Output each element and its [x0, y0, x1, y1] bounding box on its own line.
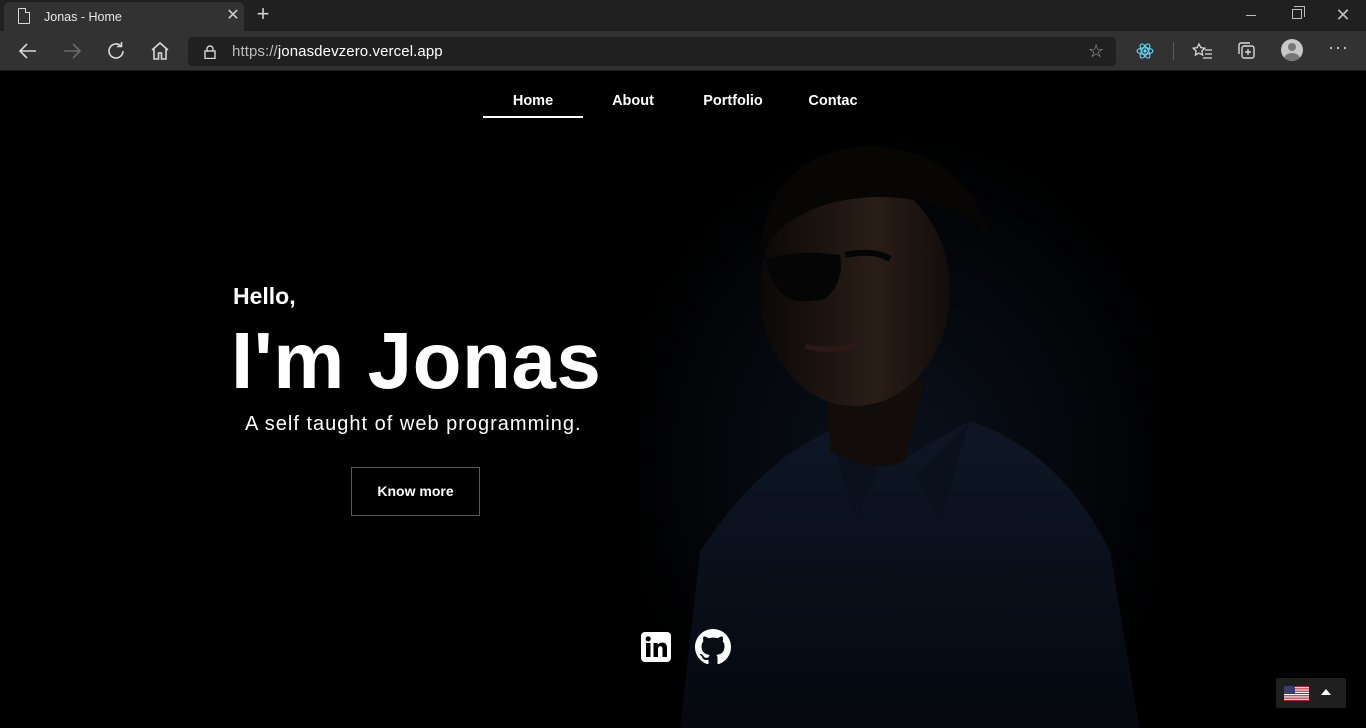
browser-tab[interactable]: Jonas - Home ✕	[4, 2, 244, 31]
restore-button[interactable]	[1274, 0, 1320, 30]
caret-up-icon	[1321, 689, 1331, 695]
minimize-button[interactable]	[1228, 0, 1274, 30]
linkedin-icon[interactable]	[641, 629, 677, 665]
know-more-button[interactable]: Know more	[351, 467, 480, 516]
language-selector[interactable]	[1276, 678, 1346, 708]
browser-toolbar: https://jonasdevzero.vercel.app ☆ ···	[0, 31, 1366, 71]
lock-icon[interactable]	[204, 45, 216, 64]
nav-item-contac[interactable]: Contac	[783, 91, 883, 118]
page-icon	[18, 8, 30, 24]
url-text[interactable]: https://jonasdevzero.vercel.app	[232, 43, 443, 60]
nav-item-home[interactable]: Home	[483, 91, 583, 118]
nav-item-portfolio[interactable]: Portfolio	[683, 91, 783, 118]
us-flag-icon	[1284, 686, 1309, 701]
hero-tagline: A self taught of web programming.	[245, 413, 582, 435]
profile-icon[interactable]	[1281, 39, 1303, 61]
nav-item-about[interactable]: About	[583, 91, 683, 118]
forward-arrow-icon[interactable]	[60, 39, 84, 63]
react-devtools-icon[interactable]	[1133, 39, 1157, 63]
close-window-button[interactable]: ✕	[1320, 0, 1366, 30]
collections-icon[interactable]	[1235, 39, 1259, 63]
address-bar[interactable]: https://jonasdevzero.vercel.app ☆	[188, 37, 1116, 66]
main-nav: Home About Portfolio Contac	[483, 91, 883, 119]
greeting-text: Hello,	[233, 283, 296, 309]
url-scheme: https://	[232, 43, 278, 60]
star-icon[interactable]: ☆	[1088, 41, 1104, 62]
page: Home About Portfolio Contac Hello, I'm J…	[0, 71, 1366, 728]
more-icon[interactable]: ···	[1328, 37, 1349, 58]
social-links	[641, 629, 731, 665]
tab-close-icon[interactable]: ✕	[224, 7, 242, 25]
toolbar-divider	[1173, 42, 1174, 60]
favorites-list-icon[interactable]	[1191, 39, 1215, 63]
tab-title: Jonas - Home	[44, 10, 122, 24]
hero-name-heading: I'm Jonas	[231, 316, 602, 405]
github-icon[interactable]	[695, 629, 731, 665]
home-icon[interactable]	[148, 39, 172, 63]
new-tab-icon[interactable]: +	[252, 3, 274, 26]
back-arrow-icon[interactable]	[16, 39, 40, 63]
url-host: jonasdevzero.vercel.app	[277, 43, 443, 60]
browser-titlebar: Jonas - Home ✕ + ✕	[0, 0, 1366, 31]
refresh-icon[interactable]	[104, 39, 128, 63]
